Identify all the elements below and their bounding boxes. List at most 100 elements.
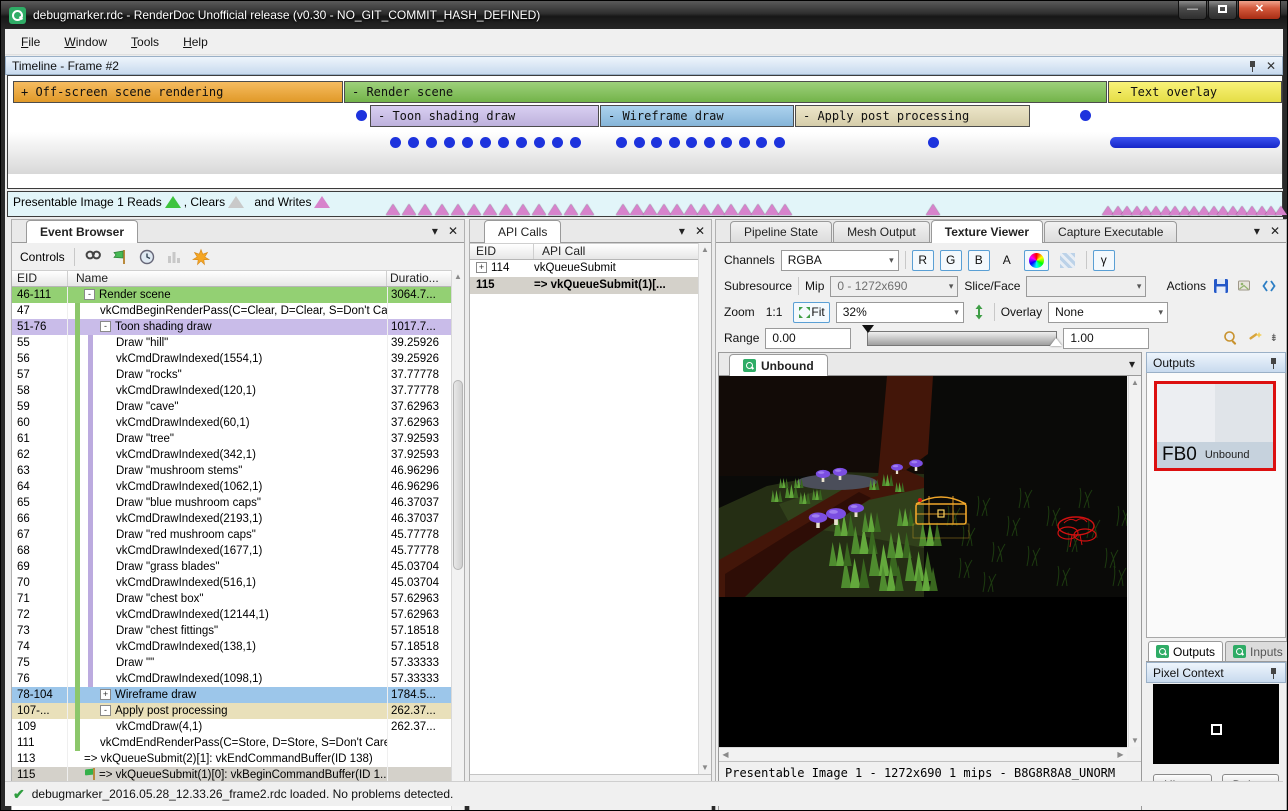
- scrollbar-thumb[interactable]: [453, 380, 463, 570]
- scroll-up-icon[interactable]: ▲: [1129, 376, 1141, 389]
- menu-window[interactable]: Window: [52, 31, 119, 53]
- write-usage-triangle[interactable]: [532, 204, 546, 215]
- draw-event-dot[interactable]: [534, 137, 545, 148]
- pin-icon[interactable]: [1248, 60, 1258, 72]
- menu-tools[interactable]: Tools: [119, 31, 171, 53]
- zoom-level-dropdown[interactable]: 32%▾: [836, 302, 964, 323]
- draw-event-dot[interactable]: [390, 137, 401, 148]
- pixel-context-view[interactable]: [1153, 684, 1279, 764]
- draw-event-dot[interactable]: [616, 137, 627, 148]
- find-icon[interactable]: [84, 248, 102, 266]
- highlight-star-icon[interactable]: [192, 248, 210, 266]
- texture-viewport[interactable]: [719, 376, 1127, 747]
- draw-event-dot[interactable]: [516, 137, 527, 148]
- zoom-1-1-button[interactable]: 1:1: [761, 302, 788, 323]
- draw-event-dot[interactable]: [462, 137, 473, 148]
- write-usage-triangle[interactable]: [386, 204, 400, 215]
- draw-event-dot[interactable]: [774, 137, 785, 148]
- event-row-51-76[interactable]: 51-76-Toon shading draw1017.7...: [12, 319, 453, 335]
- event-row-57[interactable]: 57Draw "rocks"37.77778: [12, 367, 453, 383]
- write-usage-triangle[interactable]: [724, 204, 738, 215]
- close-icon[interactable]: ✕: [695, 224, 705, 238]
- event-row-107-...[interactable]: 107-...-Apply post processing262.37...: [12, 703, 453, 719]
- column-api-call[interactable]: API Call: [534, 244, 698, 259]
- draw-event-dot[interactable]: [408, 137, 419, 148]
- event-row-58[interactable]: 58vkCmdDrawIndexed(120,1)37.77778: [12, 383, 453, 399]
- event-row-68[interactable]: 68vkCmdDrawIndexed(1677,1)45.77778: [12, 543, 453, 559]
- event-row-55[interactable]: 55Draw "hill"39.25926: [12, 335, 453, 351]
- column-eid[interactable]: EID: [470, 244, 534, 259]
- channel-b-toggle[interactable]: B: [968, 250, 990, 271]
- toolbar-overflow-icon[interactable]: ⇟: [1270, 333, 1278, 344]
- event-row-46-111[interactable]: 46-111-Render scene3064.7...: [12, 287, 453, 303]
- event-browser-vscrollbar[interactable]: ▲ ▼: [451, 270, 464, 810]
- tree-expander-icon[interactable]: -: [100, 321, 111, 332]
- draw-event-dot[interactable]: [686, 137, 697, 148]
- close-icon[interactable]: ✕: [1266, 59, 1276, 73]
- open-external-icon[interactable]: [1236, 277, 1254, 295]
- viewport-hscrollbar[interactable]: ◀ ▶: [719, 747, 1127, 760]
- tab-inputs[interactable]: Inputs: [1225, 641, 1288, 661]
- event-row-113[interactable]: 113=> vkQueueSubmit(2)[1]: vkEndCommandB…: [12, 751, 453, 767]
- flip-y-icon[interactable]: [970, 303, 988, 321]
- draw-event-dot[interactable]: [721, 137, 732, 148]
- event-row-56[interactable]: 56vkCmdDrawIndexed(1554,1)39.25926: [12, 351, 453, 367]
- range-slider[interactable]: [867, 331, 1057, 346]
- timeline-marker[interactable]: - Apply post processing: [795, 105, 1030, 127]
- minimize-button[interactable]: —: [1178, 1, 1207, 20]
- menu-file[interactable]: File: [9, 31, 52, 53]
- write-usage-triangle[interactable]: [402, 204, 416, 215]
- draw-event-dot[interactable]: [634, 137, 645, 148]
- scroll-down-icon[interactable]: ▼: [699, 761, 711, 774]
- write-usage-triangle[interactable]: [711, 204, 725, 215]
- range-max-input[interactable]: 1.00: [1063, 328, 1149, 349]
- api-call-row-114[interactable]: +114vkQueueSubmit: [470, 260, 698, 277]
- scroll-right-icon[interactable]: ▶: [1114, 748, 1127, 760]
- close-icon[interactable]: ✕: [448, 224, 458, 238]
- event-dot[interactable]: [356, 110, 367, 121]
- outputs-header[interactable]: Outputs: [1146, 352, 1286, 373]
- channels-dropdown[interactable]: RGBA▾: [781, 250, 899, 271]
- scroll-down-icon[interactable]: ▼: [1129, 734, 1141, 747]
- slice-face-dropdown[interactable]: ▾: [1026, 276, 1146, 297]
- tree-expander-icon[interactable]: +: [476, 262, 487, 273]
- event-row-47[interactable]: 47vkCmdBeginRenderPass(C=Clear, D=Clear,…: [12, 303, 453, 319]
- save-icon[interactable]: [1212, 277, 1230, 295]
- bookmark-flag-icon[interactable]: [111, 248, 129, 266]
- event-row-73[interactable]: 73Draw "chest fittings"57.18518: [12, 623, 453, 639]
- range-black-handle[interactable]: [862, 325, 874, 333]
- draw-event-dot[interactable]: [444, 137, 455, 148]
- event-row-62[interactable]: 62vkCmdDrawIndexed(342,1)37.92593: [12, 447, 453, 463]
- write-usage-triangle[interactable]: [564, 204, 578, 215]
- event-row-70[interactable]: 70vkCmdDrawIndexed(516,1)45.03704: [12, 575, 453, 591]
- tab-current-texture[interactable]: Unbound: [729, 354, 828, 376]
- write-usage-triangle[interactable]: [1275, 206, 1287, 215]
- write-usage-triangle[interactable]: [697, 204, 711, 215]
- timeline-resource-usage[interactable]: Presentable Image 1 Reads, Clears and Wr…: [7, 191, 1283, 217]
- write-usage-triangle[interactable]: [580, 204, 594, 215]
- panel-menu-icon[interactable]: ▾: [432, 224, 438, 238]
- write-usage-triangle[interactable]: [630, 204, 644, 215]
- event-row-59[interactable]: 59Draw "cave"37.62963: [12, 399, 453, 415]
- write-usage-triangle[interactable]: [418, 204, 432, 215]
- tab-pipeline-state[interactable]: Pipeline State: [730, 221, 832, 242]
- event-row-78-104[interactable]: 78-104+Wireframe draw1784.5...: [12, 687, 453, 703]
- event-row-60[interactable]: 60vkCmdDrawIndexed(60,1)37.62963: [12, 415, 453, 431]
- pixel-context-header[interactable]: Pixel Context: [1146, 662, 1286, 683]
- draw-event-dot[interactable]: [570, 137, 581, 148]
- draw-event-dot[interactable]: [552, 137, 563, 148]
- write-usage-triangle[interactable]: [765, 204, 779, 215]
- event-row-69[interactable]: 69Draw "grass blades"45.03704: [12, 559, 453, 575]
- channel-g-toggle[interactable]: G: [940, 250, 962, 271]
- write-usage-triangle[interactable]: [670, 204, 684, 215]
- column-duration[interactable]: Duratio...: [387, 271, 453, 286]
- timeline-marker[interactable]: - Wireframe draw: [600, 105, 794, 127]
- write-usage-triangle[interactable]: [657, 204, 671, 215]
- overlay-dropdown[interactable]: None▾: [1048, 302, 1168, 323]
- goto-source-icon[interactable]: [1260, 277, 1278, 295]
- texture-list-menu-icon[interactable]: ▾: [1129, 357, 1135, 371]
- maximize-button[interactable]: [1208, 1, 1237, 20]
- time-icon[interactable]: [138, 248, 156, 266]
- tab-api-calls[interactable]: API Calls: [484, 220, 561, 243]
- channel-r-toggle[interactable]: R: [912, 250, 934, 271]
